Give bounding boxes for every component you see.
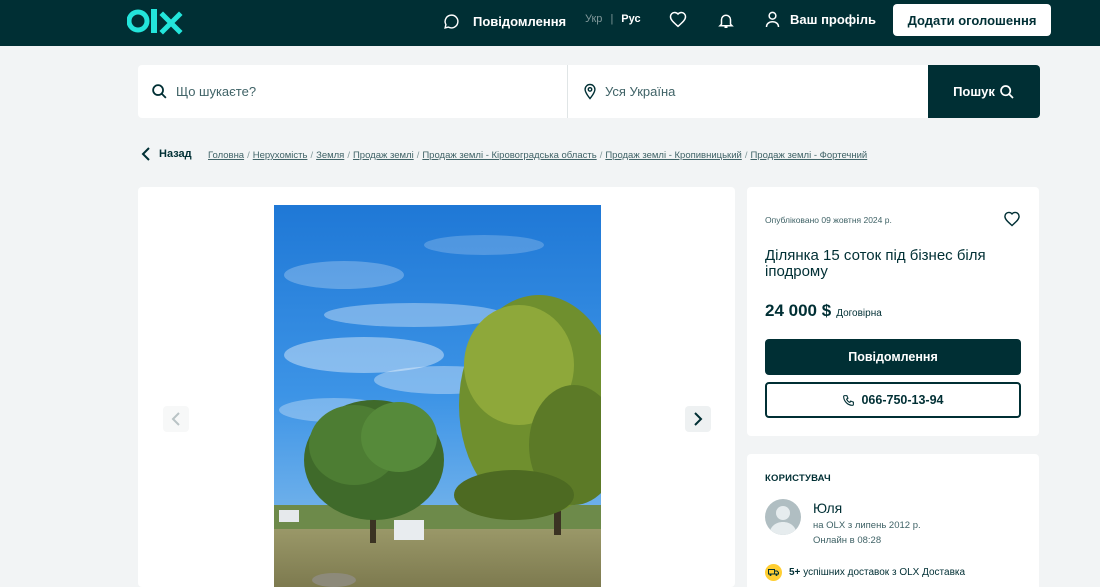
search-button[interactable]: Пошук: [928, 65, 1040, 118]
profile-nav-link[interactable]: Ваш профіль: [765, 11, 876, 28]
search-input[interactable]: Що шукаєте?: [138, 65, 568, 118]
user-name[interactable]: Юля: [813, 500, 842, 516]
breadcrumb-separator: /: [599, 150, 603, 161]
user-icon: [765, 11, 780, 28]
location-input[interactable]: Уся Україна: [583, 65, 923, 118]
back-label: Назад: [159, 148, 192, 160]
phone-number: 066-750-13-94: [861, 393, 944, 407]
price: 24 000 $: [765, 301, 832, 320]
top-header: Повідомлення Укр | Рус Ваш профіль Додат…: [0, 0, 1100, 46]
user-member-since: на OLX з липень 2012 р.: [813, 520, 921, 531]
breadcrumb-item[interactable]: Нерухомість: [253, 150, 308, 161]
delivery-stats: 5+ успішних доставок з OLX Доставка: [765, 564, 965, 581]
back-link[interactable]: Назад: [141, 146, 192, 162]
price-note: Договірна: [836, 308, 882, 319]
avatar[interactable]: [765, 499, 801, 535]
location-value: Уся Україна: [605, 84, 676, 99]
delivery-count: 5+: [789, 567, 801, 578]
chevron-left-icon: [141, 147, 150, 161]
chevron-right-icon: [694, 412, 703, 426]
olx-logo[interactable]: [127, 6, 183, 36]
location-pin-icon: [584, 83, 596, 100]
notifications-bell-icon[interactable]: [717, 11, 735, 30]
chat-bubble-icon: [444, 13, 459, 29]
user-last-online: Онлайн в 08:28: [813, 535, 882, 546]
breadcrumb-item[interactable]: Продаж землі - Кіровоградська область: [422, 150, 596, 161]
language-switcher: Укр | Рус: [585, 13, 641, 25]
breadcrumb-item[interactable]: Продаж землі: [353, 150, 414, 161]
search-button-icon: [1000, 84, 1014, 99]
photo-gallery: [138, 187, 735, 587]
breadcrumb-separator: /: [416, 150, 420, 161]
search-button-label: Пошук: [953, 84, 995, 99]
next-photo-button[interactable]: [685, 406, 711, 432]
breadcrumb-separator: /: [247, 150, 250, 161]
breadcrumb-item[interactable]: Продаж землі - Фортечний: [750, 150, 867, 161]
messages-nav-label: Повідомлення: [473, 13, 567, 29]
truck-icon: [765, 564, 782, 581]
user-card: КОРИСТУВАЧ Юля на OLX з липень 2012 р. О…: [747, 454, 1039, 587]
breadcrumb-item[interactable]: Земля: [316, 150, 344, 161]
add-listing-button[interactable]: Додати оголошення: [893, 4, 1051, 36]
profile-label: Ваш профіль: [790, 12, 877, 27]
breadcrumb-separator: /: [744, 150, 748, 161]
lang-ukr[interactable]: Укр: [585, 13, 602, 25]
favorite-heart-icon[interactable]: [1003, 211, 1021, 228]
breadcrumb-item[interactable]: Продаж землі - Кропивницький: [605, 150, 741, 161]
price-row: 24 000 $ Договірна: [765, 301, 882, 321]
chevron-left-icon: [171, 412, 180, 426]
favorites-heart-icon[interactable]: [669, 11, 687, 29]
phone-icon: [843, 394, 855, 406]
breadcrumb: Головна / Нерухомість / Земля / Продаж земл…: [208, 150, 867, 161]
ad-title: Ділянка 15 соток під бізнес біля іподром…: [765, 247, 986, 280]
lang-rus[interactable]: Рус: [621, 13, 640, 25]
listing-photo[interactable]: [274, 205, 601, 587]
lang-separator: |: [610, 13, 614, 25]
search-bar: Що шукаєте? Уся Україна Пошук: [138, 65, 1040, 118]
user-section-label: КОРИСТУВАЧ: [765, 473, 831, 484]
search-placeholder: Що шукаєте?: [176, 84, 257, 99]
posted-date: Опубліковано 09 жовтня 2024 р.: [765, 215, 892, 225]
breadcrumb-item[interactable]: Головна: [208, 150, 244, 161]
delivery-text: успішних доставок з OLX Доставка: [803, 567, 966, 578]
prev-photo-button[interactable]: [163, 406, 189, 432]
breadcrumb-separator: /: [310, 150, 314, 161]
ad-details-card: Опубліковано 09 жовтня 2024 р. Ділянка 1…: [747, 187, 1039, 436]
send-message-button[interactable]: Повідомлення: [765, 339, 1021, 375]
messages-nav-link[interactable]: Повідомлення: [443, 11, 566, 31]
breadcrumb-separator: /: [347, 150, 350, 161]
show-phone-button[interactable]: 066-750-13-94: [765, 382, 1021, 418]
search-icon: [152, 84, 167, 99]
